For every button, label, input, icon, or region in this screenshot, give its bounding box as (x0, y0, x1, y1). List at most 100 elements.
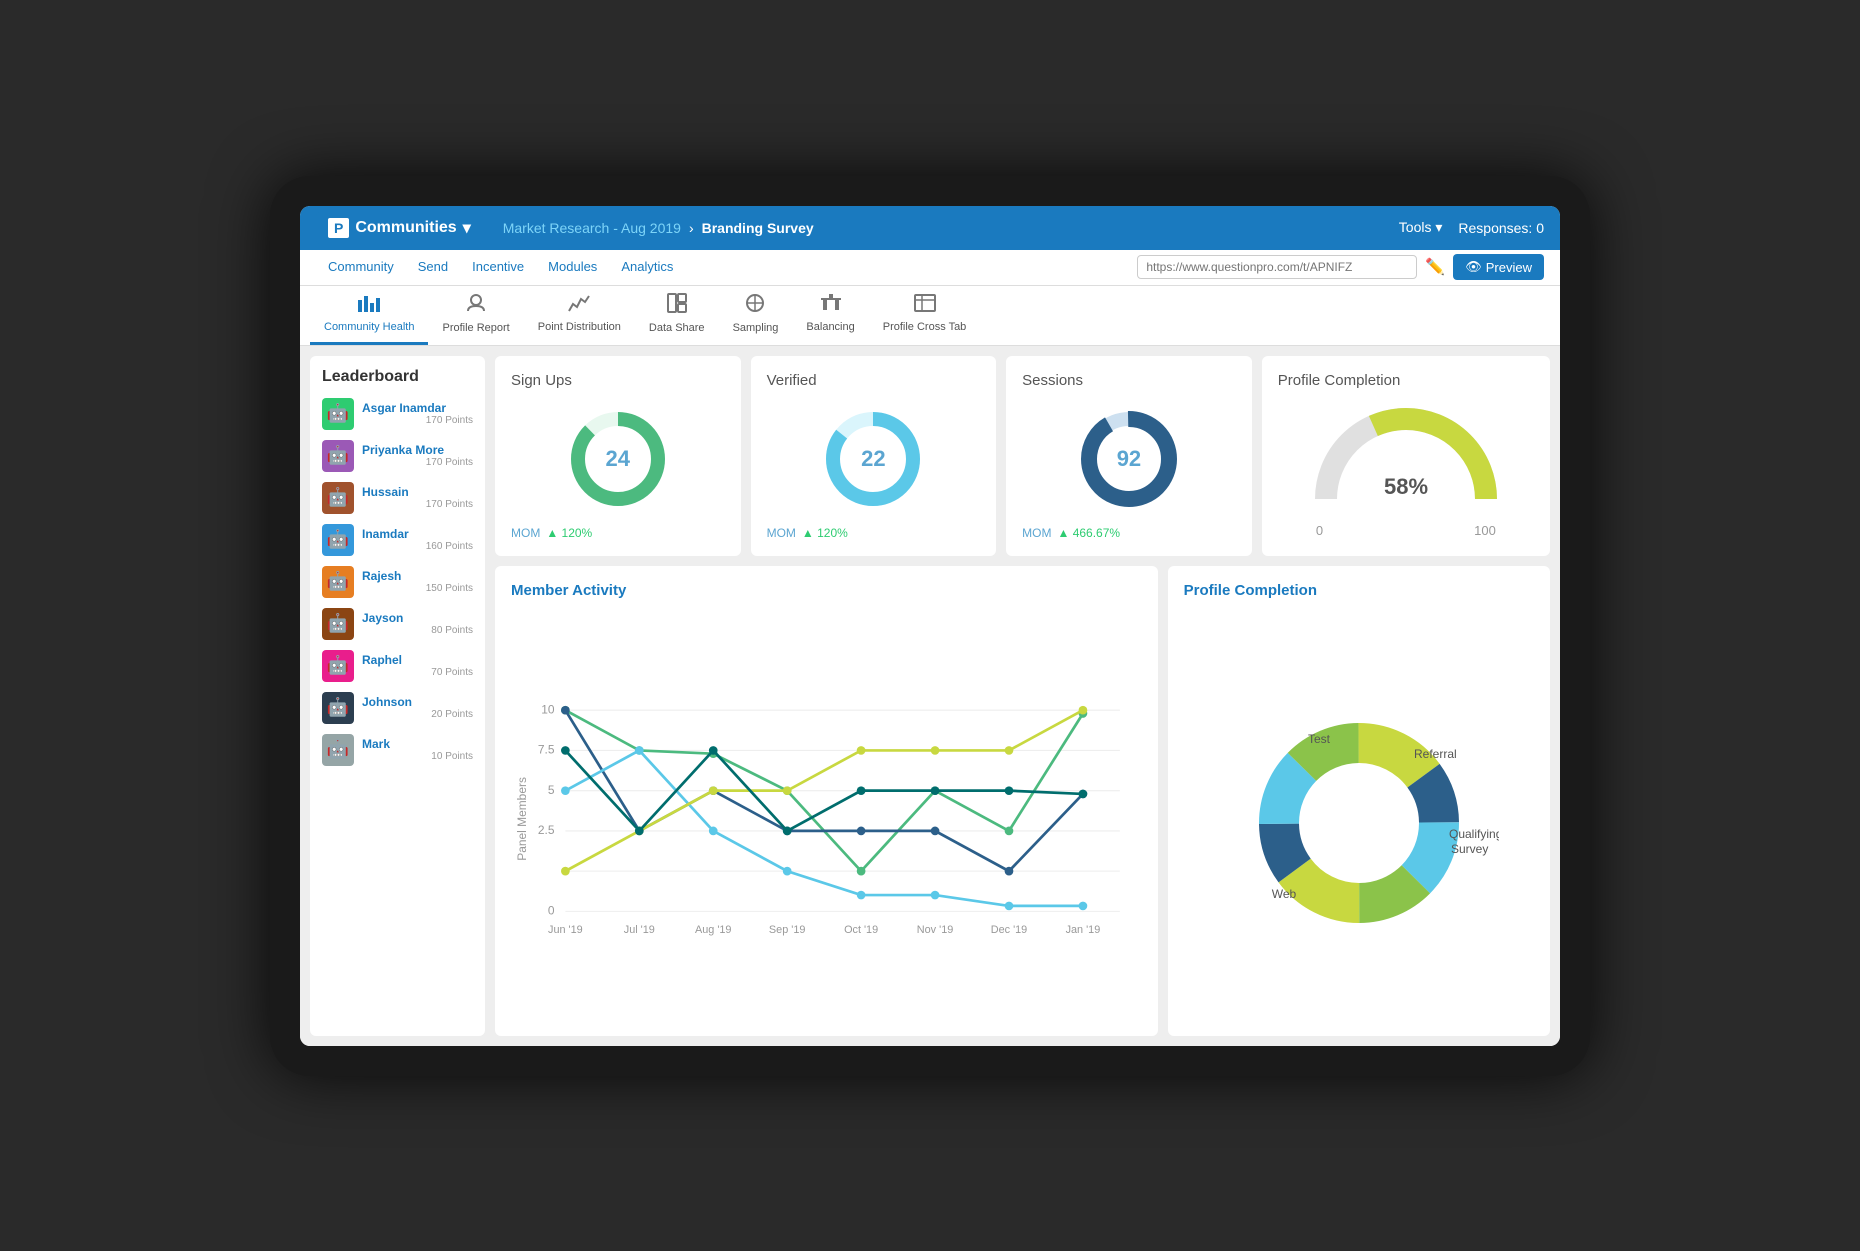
svg-text:Qualifying: Qualifying (1449, 827, 1499, 841)
svg-text:Survey: Survey (1451, 842, 1488, 856)
svg-text:Web: Web (1272, 887, 1297, 901)
svg-text:Test: Test (1308, 732, 1331, 746)
avatar: 🤖 (322, 482, 354, 514)
gauge-title: Profile Completion (1278, 372, 1534, 389)
tab-community-health[interactable]: Community Health (310, 285, 428, 345)
svg-text:0: 0 (548, 903, 555, 917)
verified-footer: MOM ▲ 120% (767, 526, 981, 540)
signups-mom[interactable]: MOM (511, 526, 540, 540)
avatar: 🤖 (322, 398, 354, 430)
tools-button[interactable]: Tools ▾ (1399, 219, 1443, 236)
leader-points: 160 Points (362, 541, 473, 552)
tab-data-share-label: Data Share (649, 322, 705, 334)
leader-name: Inamdar (362, 527, 473, 541)
tab-sampling[interactable]: Sampling (719, 285, 793, 345)
profile-completion-donut-card: Profile Completion (1168, 566, 1550, 1036)
sessions-trend: ▲ 466.67% (1057, 526, 1120, 540)
signups-donut: 24 (511, 397, 725, 522)
svg-text:Dec '19: Dec '19 (991, 924, 1027, 936)
breadcrumb-current: Branding Survey (702, 220, 814, 236)
sessions-footer: MOM ▲ 466.67% (1022, 526, 1236, 540)
list-item: 🤖 Raphel 70 Points (322, 650, 473, 682)
tab-point-distribution[interactable]: Point Distribution (524, 285, 635, 345)
leader-name: Mark (362, 737, 473, 751)
sessions-donut: 92 (1022, 397, 1236, 522)
chart-area: 10 7.5 5 2.5 0 Panel Members Jun '19 Jul… (511, 607, 1142, 1020)
preview-button[interactable]: 👁 Preview (1453, 254, 1544, 280)
verified-trend: ▲ 120% (802, 526, 848, 540)
verified-value: 22 (861, 446, 885, 472)
leader-points: 80 Points (362, 625, 473, 636)
secondary-nav: Community Send Incentive Modules Analyti… (300, 250, 1560, 286)
list-item: 🤖 Asgar Inamdar 170 Points (322, 398, 473, 430)
list-item: 🤖 Priyanka More 170 Points (322, 440, 473, 472)
nav-send[interactable]: Send (406, 249, 460, 285)
list-item: 🤖 Johnson 20 Points (322, 692, 473, 724)
community-health-icon (358, 294, 380, 317)
profile-completion-gauge-card: Profile Completion 58% 0 1 (1262, 356, 1550, 556)
logo-p: P (328, 218, 349, 238)
balancing-icon (820, 294, 842, 317)
tab-data-share[interactable]: Data Share (635, 285, 719, 345)
tab-profile-report-label: Profile Report (442, 322, 509, 334)
right-panel: Sign Ups 24 MOM ▲ 120% (495, 356, 1550, 1036)
signups-value: 24 (606, 446, 630, 472)
svg-text:10: 10 (541, 702, 555, 716)
tab-profile-cross-tab-label: Profile Cross Tab (883, 321, 967, 333)
svg-text:Panel Members: Panel Members (515, 777, 529, 861)
sessions-value: 92 (1117, 446, 1141, 472)
communities-label: Communities (355, 219, 456, 237)
data-share-icon (667, 293, 687, 318)
stats-row: Sign Ups 24 MOM ▲ 120% (495, 356, 1550, 556)
communities-button[interactable]: P Communities ▾ (316, 212, 483, 244)
svg-text:Referral: Referral (1414, 747, 1457, 761)
svg-text:7.5: 7.5 (538, 742, 555, 756)
sessions-mom[interactable]: MOM (1022, 526, 1051, 540)
tab-profile-report[interactable]: Profile Report (428, 285, 523, 345)
dropdown-icon: ▾ (463, 218, 471, 238)
nav-incentive[interactable]: Incentive (460, 249, 536, 285)
avatar: 🤖 (322, 692, 354, 724)
tab-balancing[interactable]: Balancing (792, 285, 868, 345)
main-content: Leaderboard 🤖 Asgar Inamdar 170 Points 🤖… (300, 346, 1560, 1046)
breadcrumb-link[interactable]: Market Research - Aug 2019 (503, 220, 681, 236)
signups-footer: MOM ▲ 120% (511, 526, 725, 540)
svg-text:2.5: 2.5 (538, 823, 555, 837)
tab-community-health-label: Community Health (324, 321, 414, 333)
avatar: 🤖 (322, 734, 354, 766)
nav-community[interactable]: Community (316, 249, 406, 285)
leader-points: 170 Points (362, 457, 473, 468)
gauge-labels: 0 100 (1316, 523, 1496, 538)
verified-title: Verified (767, 372, 981, 389)
avatar: 🤖 (322, 650, 354, 682)
leader-points: 70 Points (362, 667, 473, 678)
list-item: 🤖 Inamdar 160 Points (322, 524, 473, 556)
sampling-icon (745, 293, 765, 318)
leader-points: 170 Points (362, 415, 473, 426)
nav-modules[interactable]: Modules (536, 249, 609, 285)
svg-text:5: 5 (548, 782, 555, 796)
gauge-max: 100 (1474, 523, 1496, 538)
url-input[interactable] (1137, 255, 1417, 279)
profile-cross-tab-icon (914, 294, 936, 317)
verified-donut: 22 (767, 397, 981, 522)
svg-text:Aug '19: Aug '19 (695, 924, 732, 936)
tab-point-distribution-label: Point Distribution (538, 321, 621, 333)
leader-points: 170 Points (362, 499, 473, 510)
eye-icon: 👁 (1465, 259, 1482, 275)
avatar: 🤖 (322, 524, 354, 556)
tab-balancing-label: Balancing (806, 321, 854, 333)
tab-profile-cross-tab[interactable]: Profile Cross Tab (869, 285, 981, 345)
screen: P Communities ▾ Market Research - Aug 20… (300, 206, 1560, 1046)
profile-donut-container: Test Referral Qualifying Survey Web (1184, 607, 1534, 1020)
edit-icon[interactable]: ✏️ (1425, 257, 1445, 277)
nav-analytics[interactable]: Analytics (609, 249, 685, 285)
svg-text:Jun '19: Jun '19 (548, 924, 583, 936)
svg-text:Jul '19: Jul '19 (624, 924, 655, 936)
breadcrumb-sep: › (689, 220, 694, 236)
svg-text:58%: 58% (1384, 474, 1428, 499)
sessions-card: Sessions 92 MOM ▲ 466.67% (1006, 356, 1252, 556)
leader-name: Jayson (362, 611, 473, 625)
verified-mom[interactable]: MOM (767, 526, 796, 540)
bottom-row: Member Activity 10 (495, 566, 1550, 1036)
